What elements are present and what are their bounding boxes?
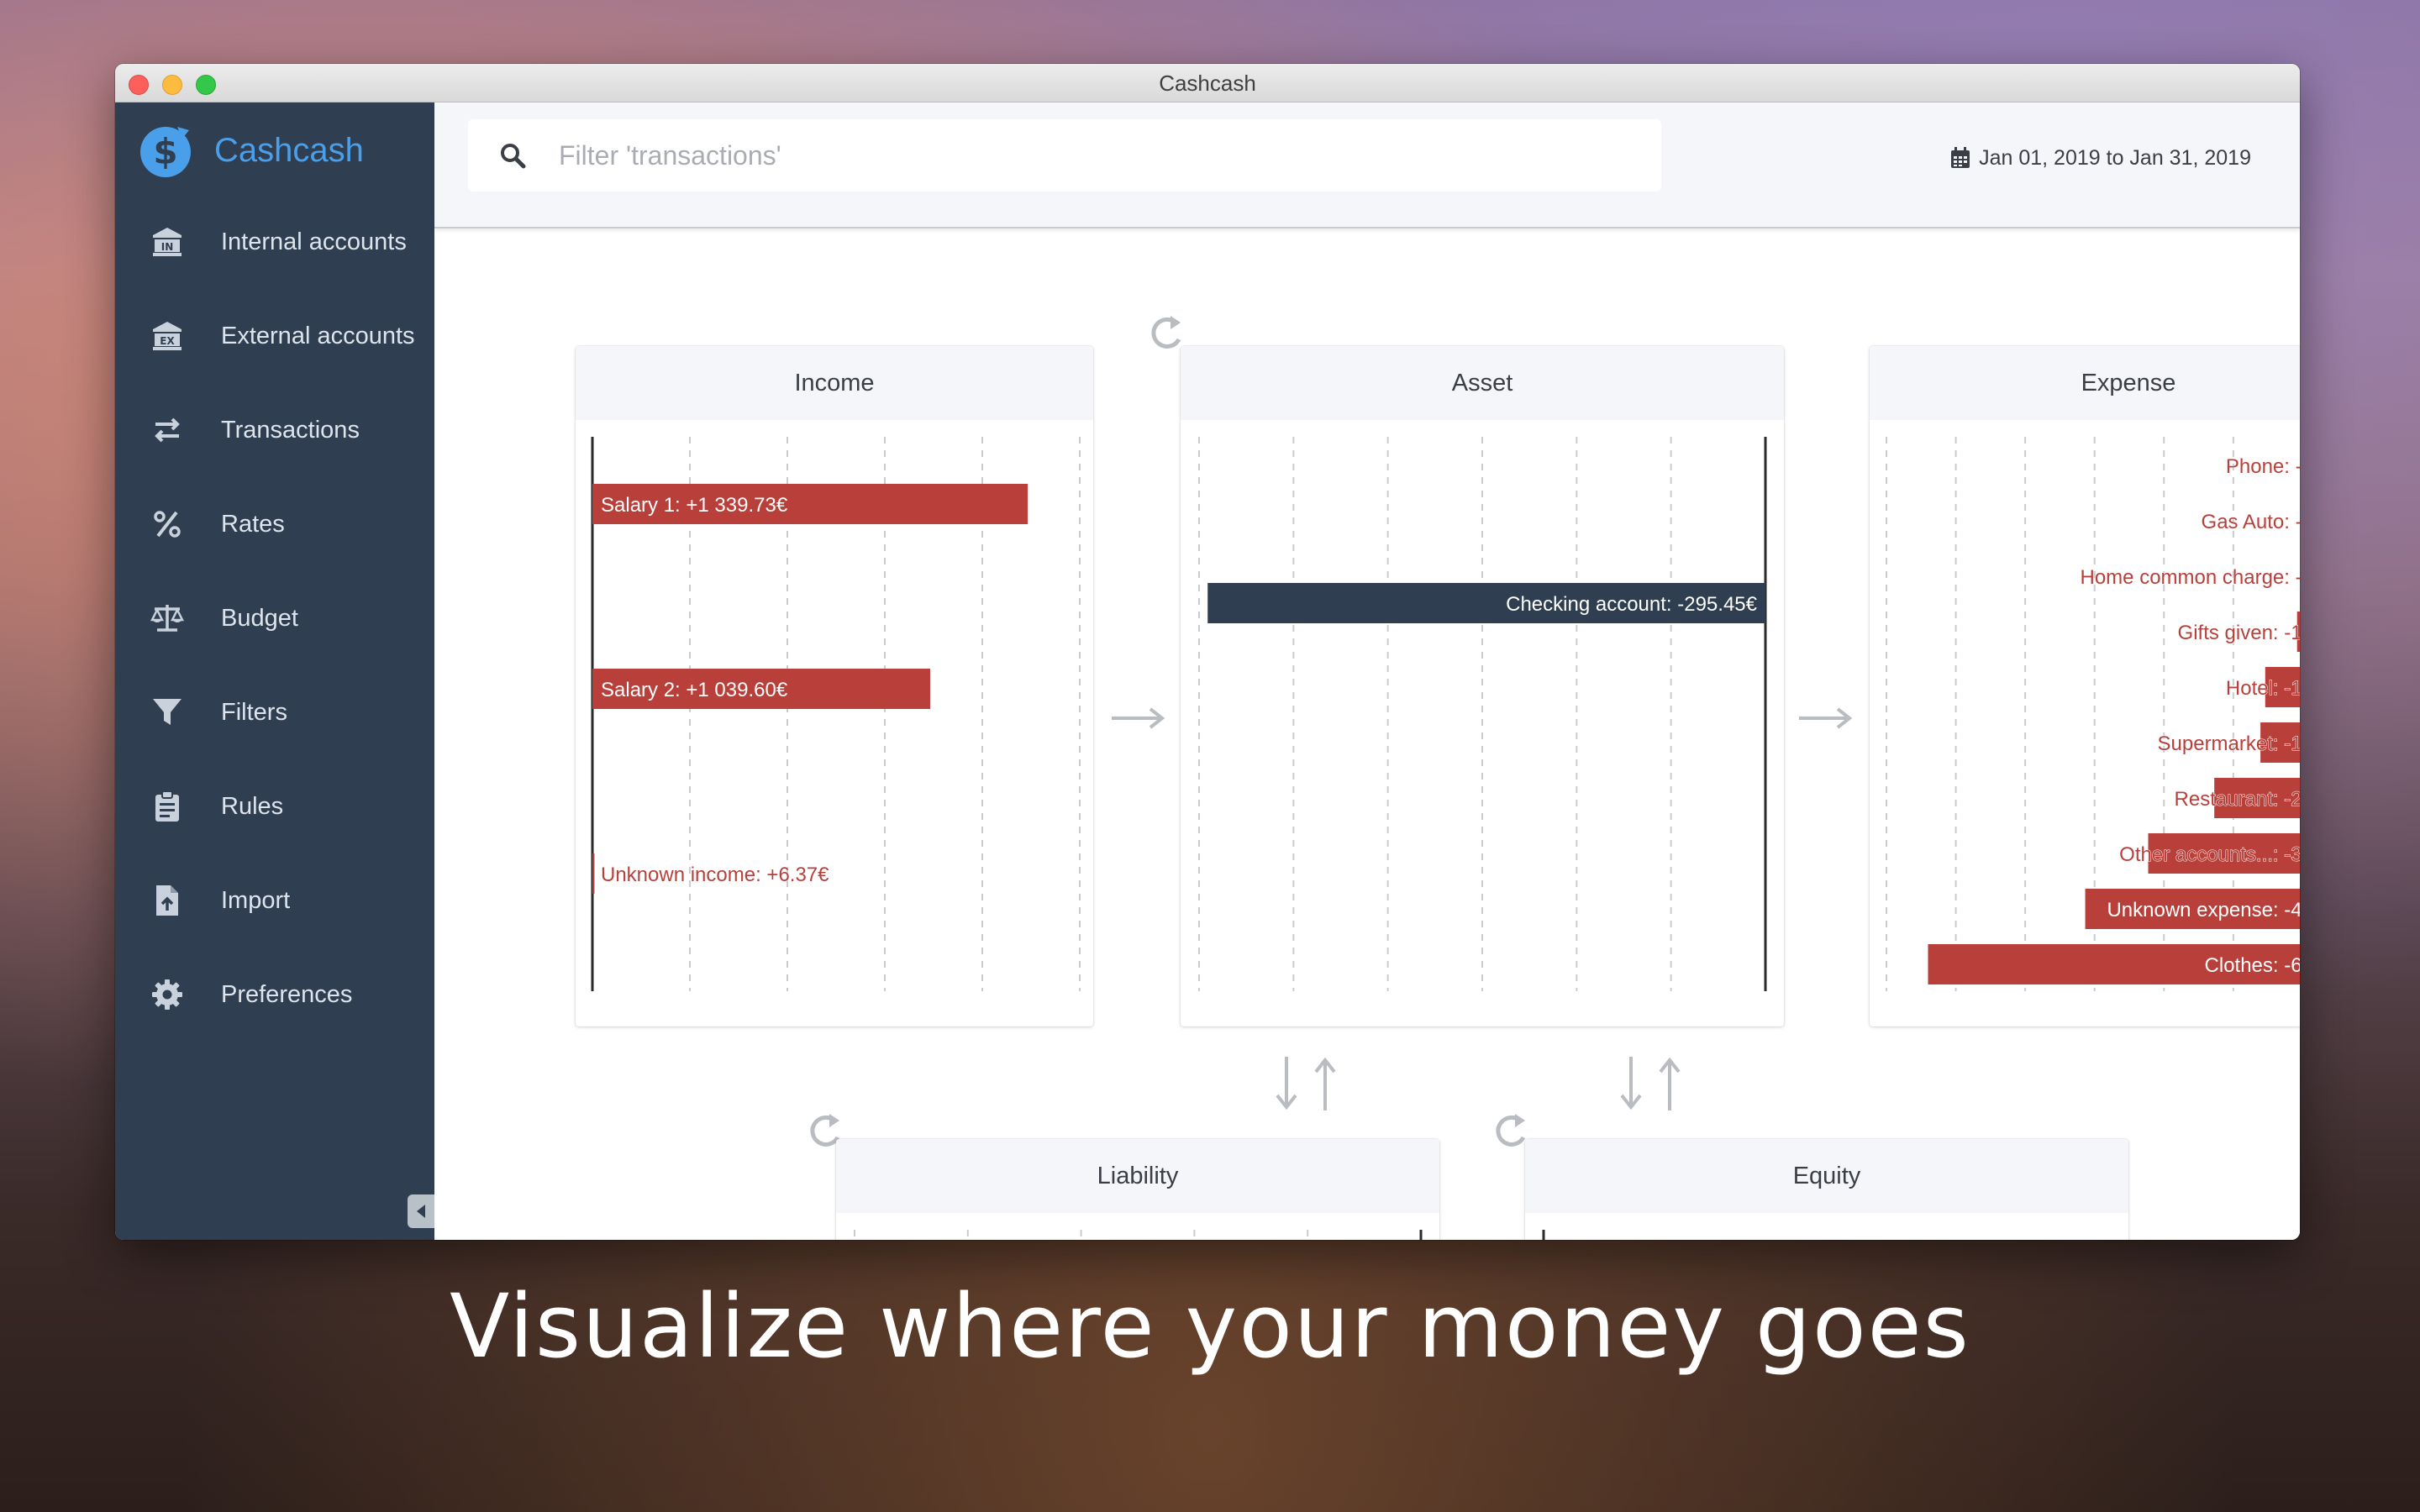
percent-icon [149, 506, 186, 543]
bar-label: Gifts given: -108.13€ [2178, 622, 2300, 644]
asset-panel: Asset Checking account: -295.45€ [1181, 346, 1784, 1026]
exchange-icon [149, 412, 186, 449]
sidebar-item-label: Preferences [221, 980, 353, 1008]
sidebar-item-label: Transactions [221, 416, 360, 444]
asset-chart: Checking account: -295.45€ [1198, 437, 1767, 991]
arrow-right-icon [1799, 707, 1853, 729]
svg-text:EX: EX [160, 335, 175, 347]
sidebar-item-transactions[interactable]: Transactions [115, 383, 434, 477]
panel-title: Liability [836, 1139, 1439, 1213]
date-range-picker[interactable]: Jan 01, 2019 to Jan 31, 2019 [1950, 141, 2251, 175]
sidebar-item-budget[interactable]: Budget [115, 571, 434, 665]
equity-panel: Equity [1525, 1139, 2128, 1240]
sidebar: $ Cashcash IN Internal accounts EX Exter… [115, 102, 434, 1240]
marketing-caption: Visualize where your money goes [450, 1275, 1970, 1378]
income-chart: Salary 1: +1 339.73€ Salary 2: +1 039.60€… [591, 437, 1081, 991]
bar-label: Phone: -54.74€ [2226, 455, 2300, 478]
bar-label: Restaurant: -227.45€ [2175, 788, 2300, 811]
bar-label: Unknown expense: -413.50€ [2107, 899, 2300, 921]
sidebar-item-label: Filters [221, 698, 287, 726]
cashcash-logo-icon: $ [140, 127, 191, 177]
sidebar-item-label: Internal accounts [221, 228, 407, 255]
arrows-up-down-icon [1620, 1057, 1681, 1110]
sidebar-item-label: Budget [221, 604, 298, 632]
date-range-label: Jan 01, 2019 to Jan 31, 2019 [1979, 145, 2251, 170]
income-panel: Income Salary 1: +1 339.73€ Salary 2: +1 … [576, 346, 1093, 1026]
bar-label: Gas Auto: -72.00€ [2202, 511, 2300, 533]
expense-chart: Phone: -54.74€ Gas Auto: -72.00€ Home comm… [1886, 437, 2301, 991]
bar-label: Clothes: -640.05€ [2205, 954, 2300, 977]
file-import-icon [149, 882, 186, 919]
bar-label: Checking account: -295.45€ [1506, 593, 1758, 616]
calendar-icon [1951, 147, 1970, 168]
panel-title: Equity [1525, 1139, 2128, 1213]
balance-scale-icon [149, 600, 186, 637]
brand-name: Cashcash [214, 131, 364, 169]
sidebar-item-label: External accounts [221, 322, 415, 349]
sidebar-item-rates[interactable]: Rates [115, 477, 434, 571]
bar-label: Salary 1: +1 339.73€ [601, 494, 788, 517]
panel-title: Income [576, 346, 1093, 420]
arrows-up-down-icon [1276, 1057, 1336, 1110]
expense-panel: Expense Phone: -54.74€ Gas Auto: -72.00€ H… [1870, 346, 2300, 1026]
sidebar-item-filters[interactable]: Filters [115, 665, 434, 759]
window-title: Cashcash [1159, 71, 1256, 96]
caret-left-icon [417, 1205, 425, 1218]
svg-text:$: $ [153, 131, 177, 172]
bar-label: Supermarket: -160.94€ [2158, 732, 2300, 755]
search-icon [501, 144, 526, 169]
bar-label: Unknown income: +6.37€ [601, 864, 829, 886]
arrow-right-icon [1112, 707, 1165, 729]
clipboard-icon [149, 788, 186, 825]
svg-text:IN: IN [161, 241, 174, 253]
income-bar[interactable] [592, 853, 595, 894]
bar-label: Home common charge: -85.95€ [2081, 566, 2301, 589]
sidebar-item-preferences[interactable]: Preferences [115, 948, 434, 1042]
brand[interactable]: $ Cashcash [139, 121, 364, 180]
search-box[interactable] [468, 119, 1661, 192]
app-window: Cashcash $ Cashcash IN Internal accounts… [115, 64, 2300, 1240]
sidebar-item-rules[interactable]: Rules [115, 759, 434, 853]
main-content: Jan 01, 2019 to Jan 31, 2019 Income Sala [434, 102, 2300, 1240]
bar-label: Hotel: -154.08€ [2226, 677, 2300, 700]
sidebar-item-label: Rates [221, 510, 285, 538]
sidebar-item-internal-accounts[interactable]: IN Internal accounts [115, 195, 434, 289]
liability-chart [854, 1230, 1423, 1240]
equity-chart [1542, 1230, 1545, 1240]
gear-icon [149, 976, 186, 1013]
bar-label: Salary 2: +1 039.60€ [601, 679, 788, 701]
filter-icon [149, 694, 186, 731]
search-input[interactable] [559, 139, 1567, 171]
top-bar: Jan 01, 2019 to Jan 31, 2019 [434, 102, 2300, 228]
sidebar-item-external-accounts[interactable]: EX External accounts [115, 289, 434, 383]
liability-panel: Liability [836, 1139, 1439, 1240]
bank-in-icon: IN [149, 223, 186, 260]
sidebar-item-label: Rules [221, 792, 284, 820]
sidebar-nav: IN Internal accounts EX External account… [115, 195, 434, 1042]
title-bar: Cashcash [115, 64, 2300, 102]
collapse-sidebar-button[interactable] [408, 1194, 434, 1228]
bank-ex-icon: EX [149, 318, 186, 354]
sidebar-item-import[interactable]: Import [115, 853, 434, 948]
panel-title: Expense [1870, 346, 2300, 420]
sidebar-item-label: Import [221, 886, 291, 914]
panel-title: Asset [1181, 346, 1784, 420]
bar-label: Other accounts...: -322.74€ [2119, 843, 2300, 866]
